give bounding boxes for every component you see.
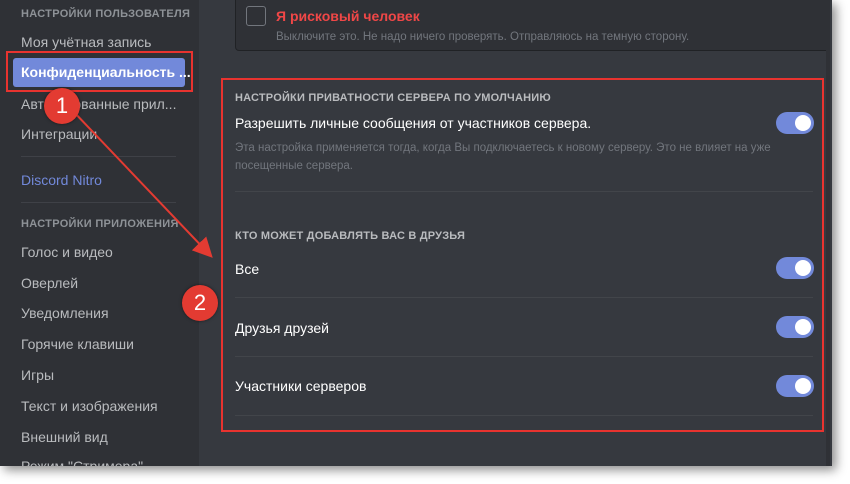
annotation-badge-1: 1 — [44, 88, 80, 124]
annotation-arrow — [71, 109, 213, 258]
annotation-badge-2: 2 — [182, 285, 218, 321]
